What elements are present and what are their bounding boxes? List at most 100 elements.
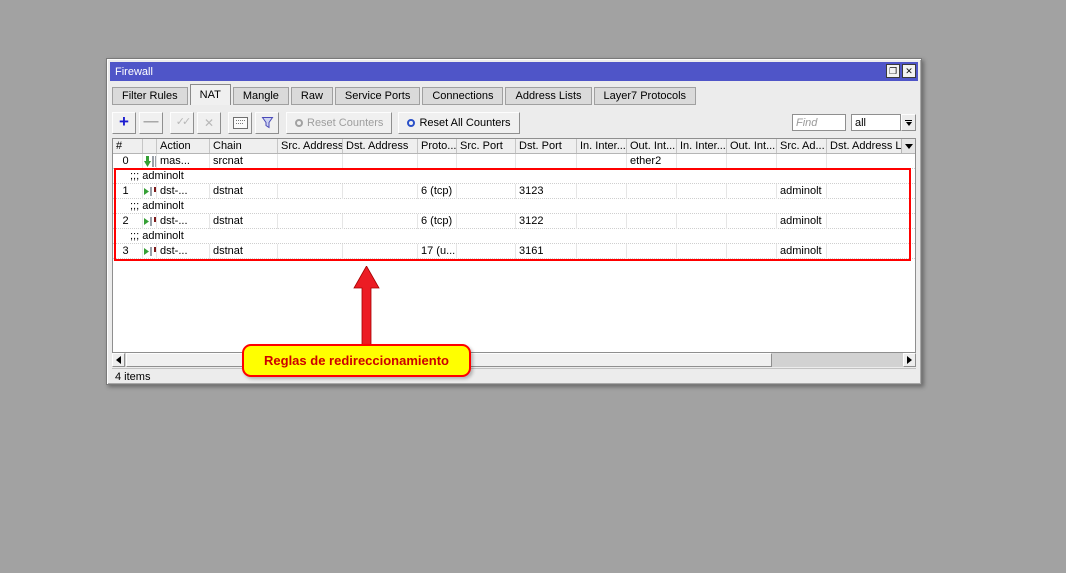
- cell-dst_port: 3161: [516, 244, 577, 259]
- column-header-icon[interactable]: [143, 139, 157, 153]
- comment-row[interactable]: ;;; adminolt: [113, 169, 915, 184]
- column-header-dst-port[interactable]: Dst. Port: [516, 139, 577, 153]
- cell-action: dst-...: [157, 214, 210, 229]
- cell-src_address: [278, 214, 343, 229]
- tab-filter-rules[interactable]: Filter Rules: [112, 87, 188, 105]
- reset-all-counters-button[interactable]: Reset All Counters: [398, 112, 519, 134]
- arrow-left-icon: [116, 356, 121, 364]
- cell-in_interface: [577, 184, 627, 199]
- cell-protocol: 6 (tcp): [418, 214, 457, 229]
- reset-icon: [295, 119, 303, 127]
- comment-button[interactable]: [228, 112, 252, 134]
- cell-in_interface: [577, 214, 627, 229]
- tab-nat[interactable]: NAT: [190, 84, 231, 105]
- reset-counters-button[interactable]: Reset Counters: [286, 112, 392, 134]
- rule-row-2[interactable]: 2 dst-...dstnat 6 (tcp) 3122 adminolt: [113, 214, 915, 229]
- minus-icon: —: [144, 114, 159, 129]
- comment-row[interactable]: ;;; adminolt: [113, 199, 915, 214]
- column-header-chain[interactable]: Chain: [210, 139, 278, 153]
- cell-src_address: [278, 184, 343, 199]
- tab-connections[interactable]: Connections: [422, 87, 503, 105]
- cell-action: mas...: [157, 154, 210, 169]
- cell-dst_address: [343, 244, 418, 259]
- close-button[interactable]: ✕: [902, 64, 916, 78]
- cell-dst_port: [516, 154, 577, 169]
- column-header-dst-address-lis[interactable]: Dst. Address Lis: [827, 139, 901, 153]
- cell-src_port: [457, 214, 516, 229]
- annotation-callout: Reglas de redireccionamiento: [242, 344, 471, 377]
- rule-row-3[interactable]: 3dst-...dstnat17 (u...3161adminolt: [113, 244, 915, 259]
- dst-nat-icon: [144, 246, 156, 257]
- column-header-[interactable]: #: [113, 139, 143, 153]
- scroll-left-button[interactable]: [112, 353, 125, 367]
- cell-num: 3: [113, 244, 143, 259]
- arrow-right-icon: [907, 356, 912, 364]
- dst-nat-icon: [144, 216, 156, 227]
- column-header-src-address[interactable]: Src. Address: [278, 139, 343, 153]
- close-icon: ✕: [905, 67, 913, 76]
- cell-in_interface_2: [677, 154, 727, 169]
- horizontal-scrollbar[interactable]: [112, 353, 916, 367]
- cell-out_interface_2: [727, 184, 777, 199]
- tab-service-ports[interactable]: Service Ports: [335, 87, 420, 105]
- cell-src_address_list: adminolt: [777, 214, 827, 229]
- firewall-window: Firewall ❐ ✕ Filter RulesNATMangleRawSer…: [106, 58, 922, 385]
- titlebar[interactable]: Firewall ❐ ✕: [110, 62, 918, 81]
- cell-dst_address_list: [827, 214, 915, 229]
- column-header-out-int[interactable]: Out. Int...: [727, 139, 777, 153]
- cell-out_interface_2: [727, 154, 777, 169]
- column-header-in-inter[interactable]: In. Inter...: [577, 139, 627, 153]
- find-input[interactable]: [792, 114, 846, 131]
- column-header-action[interactable]: Action: [157, 139, 210, 153]
- status-bar: 4 items: [112, 368, 916, 384]
- column-header-src-port[interactable]: Src. Port: [457, 139, 516, 153]
- cell-src_address: [278, 244, 343, 259]
- cell-chain: dstnat: [210, 214, 278, 229]
- table-header: # ActionChainSrc. AddressDst. AddressProt…: [113, 139, 915, 154]
- cell-out_interface_2: [727, 214, 777, 229]
- cell-num: 2: [113, 214, 143, 229]
- tab-layer7-protocols[interactable]: Layer7 Protocols: [594, 87, 697, 105]
- filter-scope-dropdown-button[interactable]: [901, 114, 916, 131]
- column-header-proto[interactable]: Proto...: [418, 139, 457, 153]
- cell-in_interface: [577, 244, 627, 259]
- rule-row-0[interactable]: 0mas...srcnatether2: [113, 154, 915, 169]
- filter-scope-dropdown[interactable]: all: [851, 114, 901, 131]
- tab-address-lists[interactable]: Address Lists: [505, 87, 591, 105]
- chevron-down-icon: [906, 122, 912, 126]
- cell-dst_port: 3122: [516, 214, 577, 229]
- cell-out_interface: [627, 244, 677, 259]
- dst-nat-icon: [144, 186, 156, 197]
- cell-protocol: 6 (tcp): [418, 184, 457, 199]
- cell-out_interface: [627, 184, 677, 199]
- cell-dst_address_list: [827, 184, 915, 199]
- tab-mangle[interactable]: Mangle: [233, 87, 289, 105]
- cell-in_interface_2: [677, 184, 727, 199]
- enable-rule-button[interactable]: ✓✓: [170, 112, 194, 134]
- cell-dst_address_list: [827, 154, 915, 169]
- tab-raw[interactable]: Raw: [291, 87, 333, 105]
- column-menu-button[interactable]: [901, 139, 915, 153]
- scroll-right-button[interactable]: [903, 353, 916, 367]
- column-header-src-ad[interactable]: Src. Ad...: [777, 139, 827, 153]
- annotation-arrow-icon: [351, 266, 383, 347]
- plus-icon: +: [119, 113, 129, 130]
- add-rule-button[interactable]: +: [112, 112, 136, 134]
- column-header-in-inter[interactable]: In. Inter...: [677, 139, 727, 153]
- maximize-icon: ❐: [889, 67, 897, 76]
- cell-action: dst-...: [157, 184, 210, 199]
- disable-rule-button[interactable]: ✕: [197, 112, 221, 134]
- cell-in_interface_2: [677, 214, 727, 229]
- window-controls: ❐ ✕: [886, 64, 916, 78]
- rule-row-1[interactable]: 1dst-...dstnat6 (tcp)3123adminolt: [113, 184, 915, 199]
- column-header-out-int[interactable]: Out. Int...: [627, 139, 677, 153]
- comment-row[interactable]: ;;; adminolt: [113, 229, 915, 244]
- filter-button[interactable]: [255, 112, 279, 134]
- column-header-dst-address[interactable]: Dst. Address: [343, 139, 418, 153]
- window-title: Firewall: [115, 66, 153, 78]
- maximize-button[interactable]: ❐: [886, 64, 900, 78]
- cell-dst_port: 3123: [516, 184, 577, 199]
- cell-out_interface: ether2: [627, 154, 677, 169]
- cell-out_interface: [627, 214, 677, 229]
- remove-rule-button[interactable]: —: [139, 112, 163, 134]
